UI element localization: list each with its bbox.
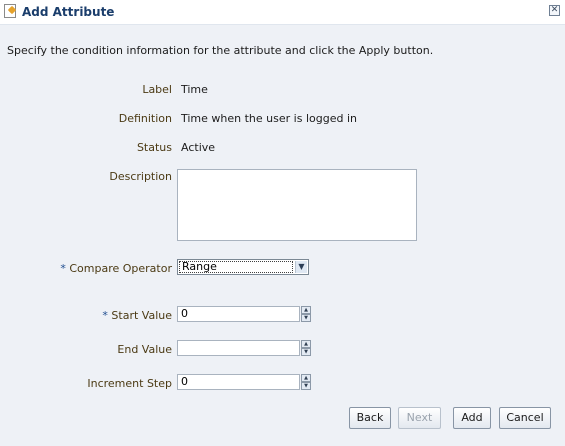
spin-up-icon[interactable]: ▲ <box>301 340 311 348</box>
back-button[interactable]: Back <box>349 407 391 429</box>
definition-field-label: Definition <box>118 112 172 125</box>
spin-down-icon[interactable]: ▼ <box>301 382 311 390</box>
end-value-spinner[interactable]: ▲ ▼ <box>301 340 311 356</box>
description-textarea[interactable] <box>177 169 417 241</box>
end-value-label: End Value <box>117 343 172 356</box>
add-button[interactable]: Add <box>453 407 491 429</box>
definition-field-value: Time when the user is logged in <box>181 112 357 125</box>
dialog-titlebar: Add Attribute ✕ <box>0 0 565 25</box>
status-field-value: Active <box>181 141 216 154</box>
end-value-input[interactable] <box>177 340 300 356</box>
start-value-spinner[interactable]: ▲ ▼ <box>301 306 311 322</box>
instructions-text: Specify the condition information for th… <box>7 44 434 57</box>
required-indicator: * <box>60 262 66 275</box>
compare-operator-label-text: Compare Operator <box>69 262 172 275</box>
description-field-label: Description <box>109 170 172 183</box>
increment-step-input[interactable]: 0 <box>177 374 300 390</box>
required-indicator: * <box>102 309 108 322</box>
dialog-title: Add Attribute <box>22 5 115 19</box>
start-value-label: * Start Value <box>0 309 172 322</box>
spin-down-icon[interactable]: ▼ <box>301 348 311 356</box>
attribute-icon <box>4 4 16 18</box>
compare-operator-label: * Compare Operator <box>0 262 172 275</box>
spin-up-icon[interactable]: ▲ <box>301 306 311 314</box>
increment-step-spinner[interactable]: ▲ ▼ <box>301 374 311 390</box>
chevron-down-icon[interactable]: ▼ <box>295 261 307 273</box>
label-field-value: Time <box>181 83 208 96</box>
add-attribute-dialog: Add Attribute ✕ Specify the condition in… <box>0 0 565 446</box>
compare-operator-selected-value: Range <box>179 261 293 273</box>
next-button[interactable]: Next <box>398 407 441 429</box>
spin-up-icon[interactable]: ▲ <box>301 374 311 382</box>
start-value-label-text: Start Value <box>111 309 172 322</box>
increment-step-label: Increment Step <box>87 377 172 390</box>
start-value-input[interactable]: 0 <box>177 306 300 322</box>
spin-down-icon[interactable]: ▼ <box>301 314 311 322</box>
compare-operator-select[interactable]: Range ▼ <box>177 259 309 275</box>
status-field-label: Status <box>136 141 172 154</box>
cancel-button[interactable]: Cancel <box>499 407 551 429</box>
label-field-label: Label <box>142 83 172 96</box>
close-icon[interactable]: ✕ <box>549 5 560 16</box>
